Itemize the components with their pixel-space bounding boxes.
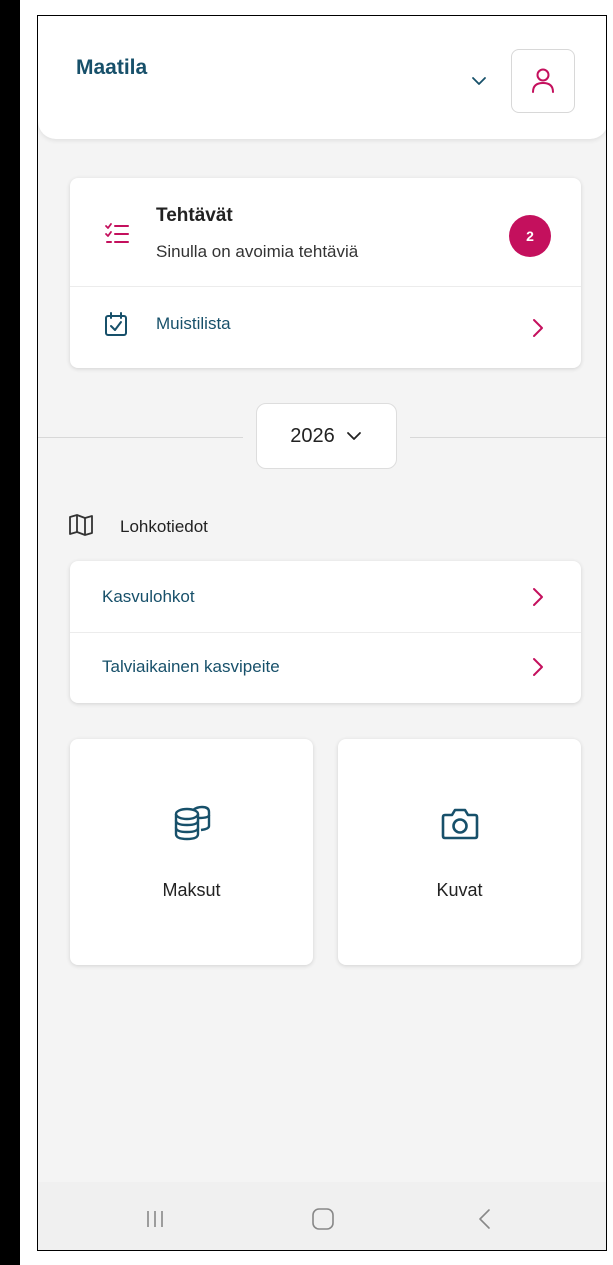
- checklist-icon: [105, 223, 129, 243]
- tile-label: Maksut: [162, 880, 221, 900]
- camera-icon: [441, 808, 478, 840]
- app-screen: Maatila Tehtävät Sinulla on avoimia teht…: [37, 15, 607, 1251]
- chevron-down-icon: [346, 432, 361, 440]
- section-title: Lohkotiedot: [120, 517, 208, 536]
- memo-row[interactable]: Muistilista: [70, 286, 581, 368]
- tile-maksut[interactable]: Maksut: [70, 739, 313, 965]
- map-icon: [69, 514, 93, 536]
- chevron-right-icon: [533, 588, 543, 606]
- year-value: 2026: [290, 424, 335, 447]
- back-icon[interactable]: [468, 1202, 502, 1236]
- year-divider-right: [410, 437, 606, 438]
- tile-label: Kuvat: [436, 880, 483, 900]
- calendar-check-icon: [105, 312, 127, 336]
- tasks-card: Tehtävät Sinulla on avoimia tehtäviä 2 M…: [70, 178, 581, 368]
- chevron-down-icon[interactable]: [470, 72, 488, 90]
- year-selector[interactable]: 2026: [256, 403, 397, 469]
- tasks-count-badge: 2: [509, 215, 551, 257]
- link-label: Kasvulohkot: [102, 587, 195, 606]
- user-icon: [532, 68, 554, 93]
- system-navbar: [38, 1182, 606, 1250]
- tile-kuvat[interactable]: Kuvat: [338, 739, 581, 965]
- app-header: Maatila: [38, 16, 606, 139]
- memo-label: Muistilista: [156, 314, 231, 333]
- chevron-right-icon: [533, 319, 543, 337]
- home-icon[interactable]: [306, 1202, 340, 1236]
- farm-title: Maatila: [76, 56, 148, 79]
- tasks-subtitle: Sinulla on avoimia tehtäviä: [156, 242, 359, 261]
- user-profile-button[interactable]: [511, 49, 575, 113]
- recent-apps-icon[interactable]: [138, 1202, 172, 1236]
- link-kasvulohkot[interactable]: Kasvulohkot: [70, 561, 581, 632]
- tasks-row[interactable]: Tehtävät Sinulla on avoimia tehtäviä 2: [70, 178, 581, 286]
- link-label: Talviaikainen kasvipeite: [102, 657, 280, 676]
- link-talviaikainen-kasvipeite[interactable]: Talviaikainen kasvipeite: [70, 632, 581, 703]
- chevron-right-icon: [533, 658, 543, 676]
- tasks-title: Tehtävät: [156, 205, 233, 226]
- coins-icon: [174, 805, 210, 841]
- year-divider-left: [38, 437, 243, 438]
- block-links-card: Kasvulohkot Talviaikainen kasvipeite: [70, 561, 581, 703]
